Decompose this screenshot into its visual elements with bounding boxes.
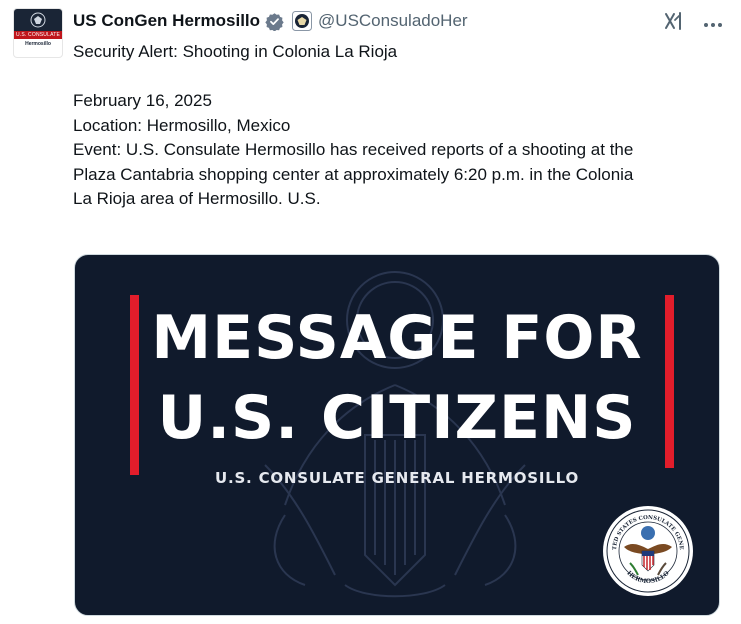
post-event-line-2: Plaza Cantabria shopping center at appro… <box>73 164 634 184</box>
avatar-city-text: Hermosillo <box>25 41 51 47</box>
avatar-seal <box>14 9 62 31</box>
post-date: February 16, 2025 <box>73 91 212 110</box>
headline-line-1: MESSAGE FOR <box>151 303 643 373</box>
post-event-line-3: La Rioja area of Hermosillo. U.S. <box>73 189 321 208</box>
post-actions <box>663 10 723 37</box>
post-image[interactable]: MESSAGE FOR U.S. CITIZENS U.S. CONSULATE… <box>74 254 720 616</box>
grok-icon[interactable] <box>663 10 685 37</box>
avatar[interactable]: U.S. CONSULATE Hermosillo <box>13 8 63 58</box>
avatar-band-text: U.S. CONSULATE <box>14 31 62 39</box>
post-header: US ConGen Hermosillo @USConsuladoHer <box>73 10 721 32</box>
post-title: Security Alert: Shooting in Colonia La R… <box>73 42 398 61</box>
more-options-icon[interactable] <box>703 15 723 33</box>
display-name[interactable]: US ConGen Hermosillo <box>73 11 260 31</box>
post-event-line-1: Event: U.S. Consulate Hermosillo has rec… <box>73 140 634 159</box>
post-location: Location: Hermosillo, Mexico <box>73 115 291 135</box>
post-text: Security Alert: Shooting in Colonia La R… <box>73 40 723 212</box>
headline-line-2: U.S. CITIZENS <box>157 383 637 453</box>
consulate-seal: UNITED STATES CONSULATE GENERAL HERMOSIL… <box>602 505 693 596</box>
account-handle[interactable]: @USConsuladoHer <box>318 11 468 31</box>
verified-badge-icon[interactable] <box>265 12 284 31</box>
government-seal-icon[interactable] <box>292 11 313 31</box>
media-subheading: U.S. CONSULATE GENERAL HERMOSILLO <box>214 469 580 487</box>
